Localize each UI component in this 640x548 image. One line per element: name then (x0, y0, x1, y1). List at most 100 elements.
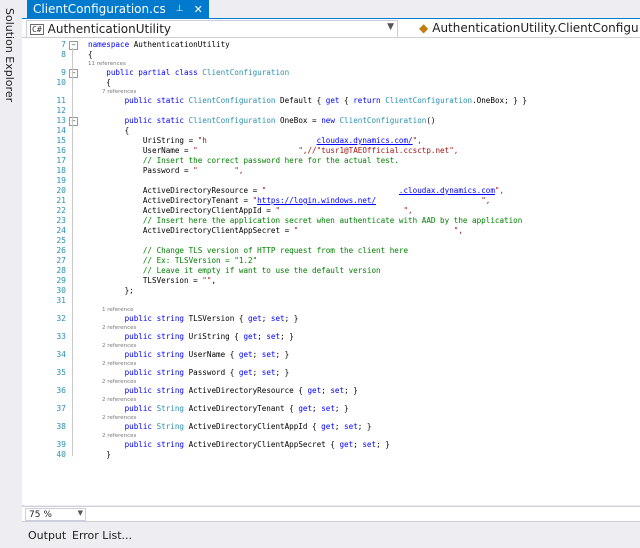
code-token: ClientConfiguration (202, 68, 290, 77)
line-number: 16 (56, 146, 66, 155)
collapse-icon[interactable]: − (69, 117, 78, 126)
member-name: AuthenticationUtility.ClientConfiguratio… (432, 21, 638, 35)
codelens-references[interactable]: 1 reference (88, 306, 134, 314)
code-text: ActiveDirectoryClientAppSecret = " ", (88, 226, 463, 236)
code-token: ; (312, 404, 322, 413)
codelens-references[interactable]: 2 references (88, 378, 136, 386)
code-token: ActiveDirectoryResource { (188, 386, 308, 395)
code-token: ActiveDirectoryClientAppId = (88, 206, 276, 215)
code-token: public string (88, 314, 189, 323)
redacted-text (298, 226, 453, 235)
redacted-text (376, 196, 481, 205)
code-token: set (266, 332, 281, 341)
codelens-references[interactable]: 2 references (88, 360, 136, 368)
solution-explorer-label[interactable]: Solution Explorer (3, 8, 16, 102)
tab-output[interactable]: Output (28, 529, 66, 542)
redacted-text (198, 146, 299, 155)
code-token: get (248, 314, 262, 323)
code-token: public string (88, 368, 189, 377)
code-text: // Leave it empty if want to use the def… (88, 266, 381, 276)
code-token: get (238, 368, 253, 377)
code-token: Default { (275, 96, 326, 105)
code-token: public static (88, 96, 189, 105)
codelens-references[interactable]: 2 references (88, 414, 136, 422)
code-token: ", (481, 196, 491, 205)
code-token: get (243, 332, 258, 341)
code-token: ; (334, 422, 345, 431)
zoom-value: 75 % (29, 509, 52, 520)
class-icon: ◆ (419, 21, 429, 35)
code-editor[interactable]: 7− namespace AuthenticationUtility 8{11 re… (22, 38, 640, 505)
codelens-references[interactable]: 2 references (88, 342, 136, 350)
line-number: 28 (56, 266, 66, 275)
code-token: get (339, 440, 354, 449)
code-token: { (88, 50, 93, 59)
solution-explorer-strip[interactable]: Solution Explorer (0, 0, 23, 547)
code-token: ",//"tusr1@TAEOfficial.ccsctp.net", (298, 146, 459, 155)
codelens-references[interactable]: 7 references (88, 88, 136, 96)
code-text: public static ClientConfiguration Defaul… (88, 96, 527, 106)
collapse-icon[interactable]: − (69, 69, 78, 78)
code-token: ActiveDirectoryClientAppSecret = (88, 226, 294, 235)
line-number: 9 (61, 68, 66, 77)
code-token: ", (412, 136, 422, 145)
codelens-references[interactable]: 2 references (88, 324, 136, 332)
project-dropdown[interactable]: C# AuthenticationUtility ▼ (26, 20, 398, 38)
code-token: public partial class (88, 68, 203, 77)
code-token: ; } (280, 332, 294, 341)
code-token: ClientConfiguration (385, 96, 473, 105)
line-number: 18 (56, 166, 66, 175)
line-number: 10 (56, 78, 66, 87)
code-text: public string UserName { get; set; } (88, 350, 290, 360)
navigation-bar: C# AuthenticationUtility ▼ ◆ Authenticat… (22, 19, 640, 38)
line-number: 31 (56, 296, 66, 305)
code-token: // Ex: TLSVersion = "1.2" (88, 256, 258, 265)
code-token: ClientConfiguration (188, 96, 276, 105)
tab-error-list[interactable]: Error List... (72, 529, 132, 542)
code-token: String (156, 422, 185, 431)
line-number: 12 (56, 106, 66, 115)
member-dropdown[interactable]: ◆ AuthenticationUtility.ClientConfigurat… (416, 20, 638, 36)
code-token: // Insert here the application secret wh… (88, 216, 523, 225)
code-token: String (156, 404, 185, 413)
zoom-dropdown[interactable]: 75 % ▼ (25, 508, 86, 521)
codelens-references[interactable]: 11 references (88, 60, 126, 68)
line-number: 13 (56, 116, 66, 125)
redacted-text (280, 206, 403, 215)
outline-guide (72, 48, 73, 456)
code-token: get (298, 404, 313, 413)
codelens-references[interactable]: 2 references (88, 432, 136, 440)
line-number: 27 (56, 256, 66, 265)
code-token: ", (494, 186, 505, 195)
code-token: OneBox = (275, 116, 322, 125)
close-icon[interactable]: ✕ (194, 3, 203, 16)
code-text: TLSVersion = "", (88, 276, 216, 286)
code-token: ActiveDirectoryTenant = (88, 196, 253, 205)
code-text: public String ActiveDirectoryClientAppId… (88, 422, 372, 432)
code-token: public string (88, 350, 189, 359)
code-token: ; (252, 350, 262, 359)
editor-status-bar: 75 % ▼ (22, 506, 640, 521)
code-text: // Insert the correct password here for … (88, 156, 399, 166)
code-text: public string Password { get; set; } (88, 368, 290, 378)
code-token: public string (88, 440, 189, 449)
codelens-references[interactable]: 2 references (88, 396, 136, 404)
code-text: public String ActiveDirectoryTenant { ge… (88, 404, 349, 414)
code-text: UriString = "h cloudax.dynamics.com/", (88, 136, 422, 146)
line-number: 32 (56, 314, 66, 323)
line-number: 33 (56, 332, 66, 341)
code-token: }; (88, 286, 134, 295)
line-number: 24 (56, 226, 66, 235)
code-token: new (321, 116, 340, 125)
tab-client-configuration[interactable]: ClientConfiguration.cs ⊥ ✕ (27, 0, 209, 18)
code-token: set (261, 350, 276, 359)
pin-icon[interactable]: ⊥ (176, 4, 184, 14)
code-token: UriString { (188, 332, 244, 341)
code-text: ActiveDirectoryClientAppId = " ", (88, 206, 413, 216)
chevron-down-icon: ▼ (387, 22, 394, 32)
line-number: 22 (56, 206, 66, 215)
collapse-icon[interactable]: − (69, 41, 78, 50)
code-text: public string ActiveDirectoryResource { … (88, 386, 358, 396)
code-token: ; (261, 314, 271, 323)
code-token: ; } (334, 404, 349, 413)
